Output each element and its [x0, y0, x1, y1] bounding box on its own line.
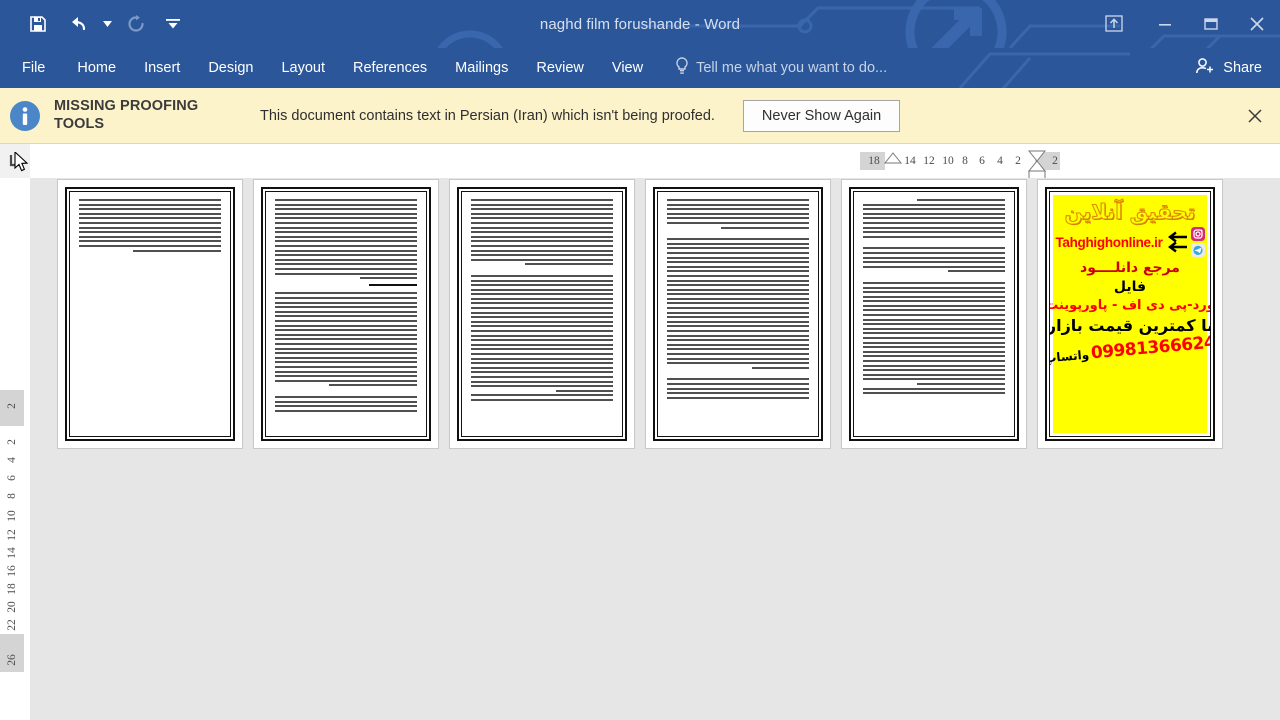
vruler-tick-26: 26	[6, 654, 18, 666]
message-bar-body: This document contains text in Persian (…	[260, 107, 715, 124]
close-icon[interactable]	[1234, 0, 1280, 48]
vruler-tick-14: 14	[6, 547, 18, 559]
vruler-tick-18: 18	[6, 583, 18, 595]
vruler-tick-10: 10	[6, 510, 18, 522]
page-3-text	[471, 199, 613, 401]
customize-quick-access-overflow-caret-icon[interactable]	[156, 4, 190, 44]
ribbon-tab-bar: File Home Insert Design Layout Reference…	[0, 48, 1280, 88]
page-thumbnail-1[interactable]	[57, 179, 243, 449]
info-icon	[8, 99, 42, 133]
ribbon-display-options-icon[interactable]	[1086, 0, 1142, 48]
tab-mailings[interactable]: Mailings	[441, 48, 522, 88]
tab-references[interactable]: References	[339, 48, 441, 88]
title-bar: naghd film forushande - Word	[0, 0, 1280, 48]
vruler-tick-20: 20	[6, 601, 18, 613]
page-thumbnails: تحقیق آنلاین Tahghighonline.ir مرجع دانل…	[57, 179, 1223, 449]
left-tab-stop-icon	[9, 155, 19, 167]
telegram-icon	[1190, 243, 1205, 258]
ad-whatsapp-label: واتساپ	[1049, 347, 1090, 366]
ruler-tick-4: 4	[997, 155, 1003, 167]
share-button[interactable]: Share	[1181, 48, 1280, 88]
ruler-tick-10: 10	[942, 155, 954, 167]
tab-stop-selector-button[interactable]	[0, 144, 30, 178]
page-2-text	[275, 199, 417, 412]
vruler-tick-8: 8	[6, 493, 18, 499]
tab-home[interactable]: Home	[63, 48, 130, 88]
message-bar-close-icon[interactable]	[1242, 103, 1268, 129]
ruler-tick-2: 2	[1015, 155, 1021, 167]
vruler-tick-16: 16	[6, 565, 18, 577]
ad-line-file: فایل	[1113, 278, 1147, 295]
ruler-tick-8: 8	[962, 155, 968, 167]
horizontal-ruler-row: 18 14 12 10 8 6 4 2 2	[0, 144, 1280, 180]
ruler-tick-12: 12	[923, 155, 935, 167]
ad-whatsapp-row: 09981366624 واتساپ	[1049, 332, 1211, 368]
missing-proofing-tools-bar: MISSING PROOFING TOOLS This document con…	[0, 88, 1280, 144]
page-thumbnail-6-advertisement[interactable]: تحقیق آنلاین Tahghighonline.ir مرجع دانل…	[1037, 179, 1223, 449]
horizontal-ruler[interactable]: 18 14 12 10 8 6 4 2 2	[30, 144, 1280, 180]
ruler-tick-14: 14	[904, 155, 916, 167]
left-indent-marker[interactable]	[883, 152, 903, 174]
ruler-tick-2-right: 2	[1052, 155, 1058, 167]
page-5-text	[863, 199, 1005, 395]
tab-file[interactable]: File	[0, 48, 63, 88]
ad-line-formats: ورد-پی دی اف - پاورپوینت	[1049, 298, 1211, 314]
never-show-again-button[interactable]: Never Show Again	[742, 99, 901, 132]
page-4-text	[667, 199, 809, 399]
ruler-tick-18: 18	[868, 155, 880, 167]
undo-dropdown-chevron-down-icon[interactable]	[98, 4, 116, 44]
advertisement-banner: تحقیق آنلاین Tahghighonline.ir مرجع دانل…	[1050, 195, 1210, 433]
page-thumbnail-3[interactable]	[449, 179, 635, 449]
page-1-text	[79, 199, 221, 252]
message-bar-title: MISSING PROOFING TOOLS	[54, 97, 199, 132]
page-thumbnail-2[interactable]	[253, 179, 439, 449]
ad-website-url: Tahghighonline.ir	[1055, 234, 1163, 250]
vruler-tick-12: 12	[6, 529, 18, 541]
ad-title: تحقیق آنلاین	[1064, 200, 1196, 224]
ad-url-row: Tahghighonline.ir	[1055, 227, 1205, 258]
page-thumbnail-5[interactable]	[841, 179, 1027, 449]
ruler-tick-6: 6	[979, 155, 985, 167]
vruler-tick-2: 2	[6, 439, 18, 445]
share-label: Share	[1223, 60, 1262, 76]
social-badges	[1190, 227, 1205, 258]
tab-insert[interactable]: Insert	[130, 48, 194, 88]
window-controls	[1086, 0, 1280, 48]
tab-layout[interactable]: Layout	[267, 48, 339, 88]
minimize-icon[interactable]	[1142, 0, 1188, 48]
quick-access-toolbar	[0, 0, 190, 48]
right-indent-markers[interactable]	[1026, 150, 1048, 180]
restore-icon[interactable]	[1188, 0, 1234, 48]
tell-me-placeholder: Tell me what you want to do...	[696, 60, 888, 76]
ad-phone-number: 09981366624	[1090, 332, 1211, 364]
vruler-tick-4: 4	[6, 457, 18, 463]
share-person-icon	[1195, 57, 1215, 79]
vruler-tick-6: 6	[6, 475, 18, 481]
arrow-left-icon	[1166, 231, 1188, 253]
ad-line-download-source: مرجع دانلــــود	[1080, 260, 1180, 277]
vruler-tick-top-2: 2	[6, 403, 18, 409]
undo-icon[interactable]	[58, 4, 98, 44]
document-canvas[interactable]: تحقیق آنلاین Tahghighonline.ir مرجع دانل…	[30, 178, 1280, 720]
save-icon[interactable]	[18, 4, 58, 44]
page-thumbnail-4[interactable]	[645, 179, 831, 449]
document-body: 2 2 4 6 8 10 12 14 16 18 20 22 26 تحقیق …	[0, 178, 1280, 720]
vruler-tick-22: 22	[6, 619, 18, 631]
ad-line-lowest-price: با کمترین قیمت بازار	[1049, 316, 1211, 336]
ribbon-tabs: File Home Insert Design Layout Reference…	[0, 48, 657, 88]
redo-icon	[116, 4, 156, 44]
tab-view[interactable]: View	[598, 48, 657, 88]
tab-design[interactable]: Design	[194, 48, 267, 88]
tell-me-search[interactable]: Tell me what you want to do...	[675, 48, 887, 88]
tab-review[interactable]: Review	[522, 48, 598, 88]
vertical-ruler[interactable]: 2 2 4 6 8 10 12 14 16 18 20 22 26	[0, 178, 30, 720]
lightbulb-icon	[675, 56, 689, 80]
instagram-icon	[1190, 227, 1205, 242]
